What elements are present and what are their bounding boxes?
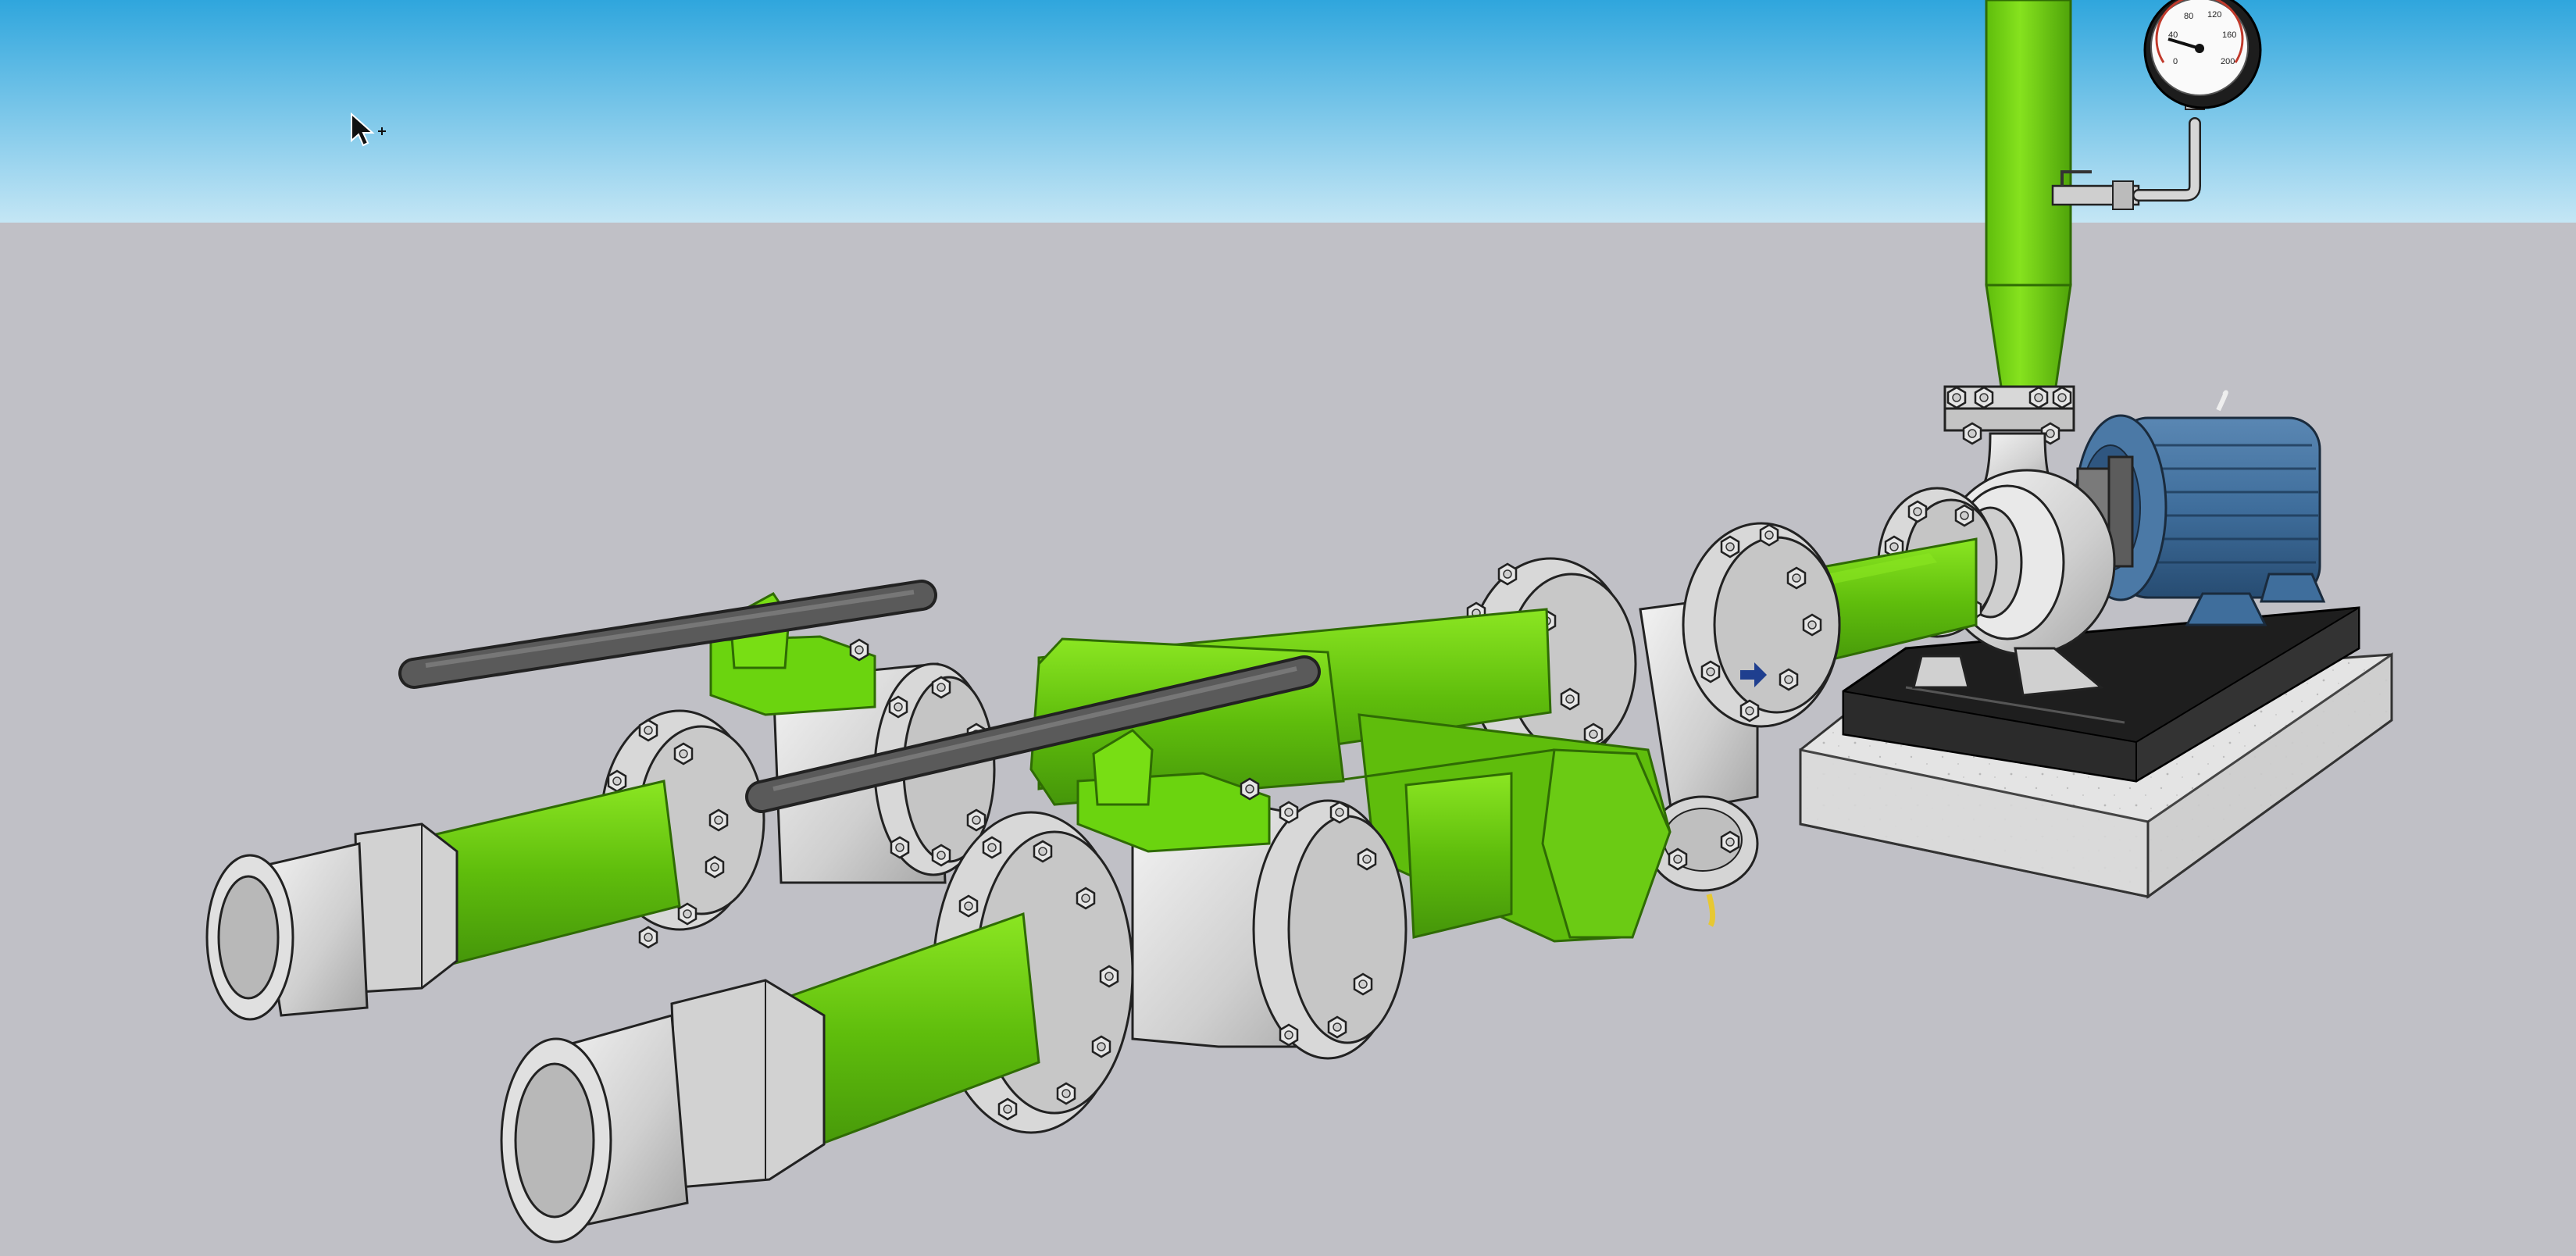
pump-assembly-model[interactable]: 0 40 80 120 160 200 <box>0 0 2576 1256</box>
gauge-tick-4: 160 <box>2222 30 2236 40</box>
gauge-tick-0: 0 <box>2173 57 2178 66</box>
3d-viewport[interactable]: 0 40 80 120 160 200 <box>0 0 2576 1256</box>
electric-motor[interactable] <box>2074 390 2326 626</box>
lower-branch-pipe[interactable] <box>1404 772 1513 939</box>
gauge-tick-3: 120 <box>2207 10 2221 20</box>
gauge-tick-5: 200 <box>2221 57 2235 66</box>
gauge-tick-2: 80 <box>2184 12 2193 21</box>
